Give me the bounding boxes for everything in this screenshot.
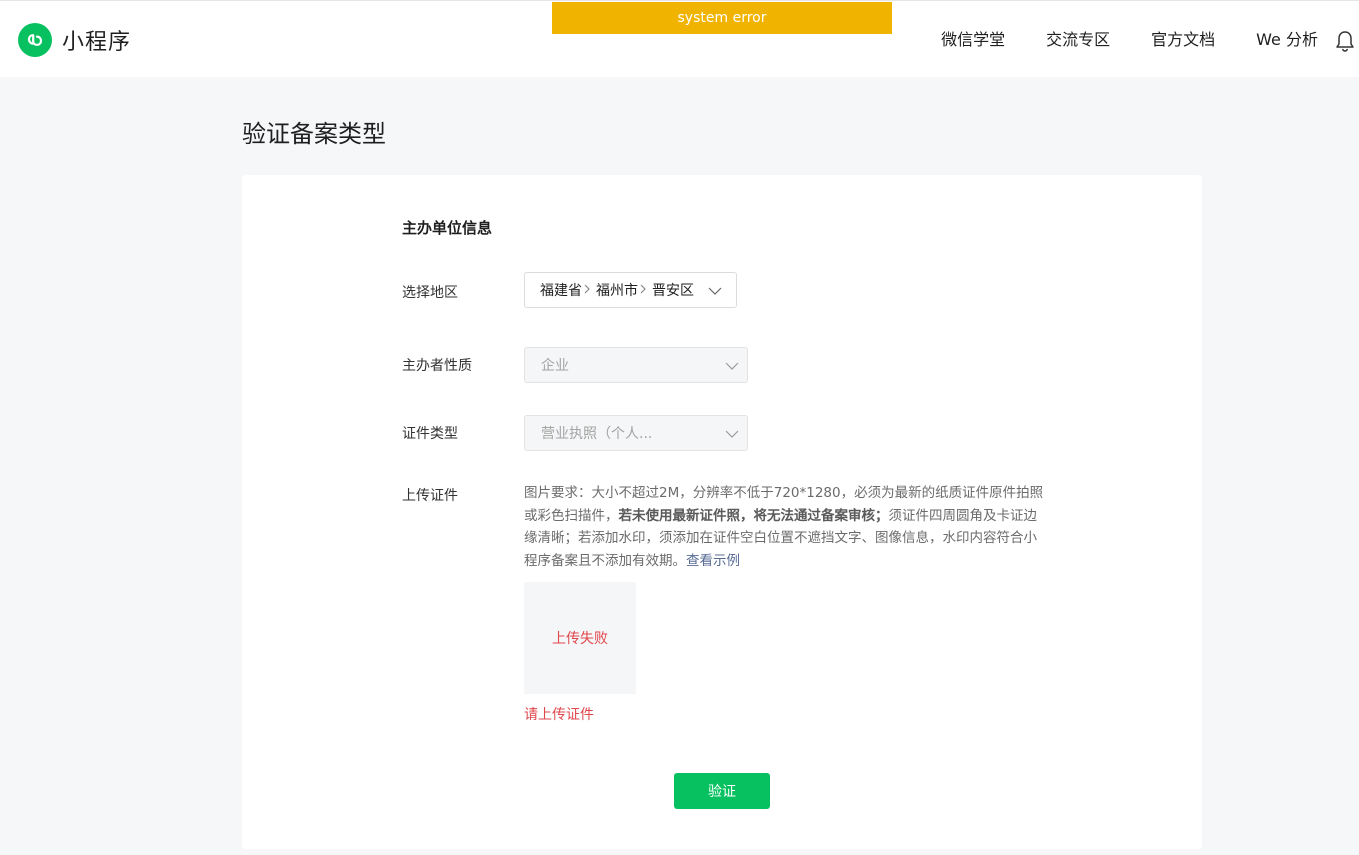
nav-official-docs[interactable]: 官方文档 [1151,27,1215,53]
sponsor-type-select[interactable]: 企业 [524,347,748,383]
top-navigation-bar: 小程序 system error 微信学堂 交流专区 官方文档 We 分析 [0,0,1359,77]
notification-bell-icon[interactable] [1334,29,1356,53]
upload-error-hint: 请上传证件 [524,707,594,723]
page-title: 验证备案类型 [242,120,386,148]
region-label: 选择地区 [402,285,458,301]
region-district: 晋安区 [652,283,694,299]
header-nav: 微信学堂 交流专区 官方文档 We 分析 [941,27,1359,53]
nav-wechat-academy[interactable]: 微信学堂 [941,27,1005,53]
form-card: 主办单位信息 选择地区 福建省 福州市 晋安区 主办者性质 企业 证件类型 营业… [242,175,1202,849]
certificate-type-select[interactable]: 营业执照（个人... [524,415,748,451]
brand-title: 小程序 [62,30,132,55]
chevron-down-icon [725,427,739,443]
nav-we-analytics[interactable]: We 分析 [1256,27,1318,53]
chevron-right-icon [584,283,590,297]
region-province: 福建省 [540,283,582,299]
upload-area[interactable]: 上传失败 [524,582,636,694]
certificate-type-value: 营业执照（个人... [541,426,653,442]
upload-requirements: 图片要求：大小不超过2M，分辨率不低于720*1280，必须为最新的纸质证件原件… [524,482,1048,572]
section-title: 主办单位信息 [402,219,493,237]
certificate-type-label: 证件类型 [402,426,458,442]
chevron-down-icon [725,359,739,375]
upload-label: 上传证件 [402,488,458,504]
mini-program-logo-icon [18,23,52,57]
requirements-warning: 若未使用最新证件照，将无法通过备案审核； [618,507,889,524]
region-city: 福州市 [596,283,638,299]
upload-status: 上传失败 [552,631,608,647]
chevron-down-icon [708,284,722,300]
verify-button[interactable]: 验证 [674,773,770,809]
view-example-link[interactable]: 查看示例 [686,553,740,569]
chevron-right-icon [640,283,646,297]
sponsor-type-value: 企业 [541,358,569,374]
nav-community[interactable]: 交流专区 [1046,27,1110,53]
sponsor-type-label: 主办者性质 [402,358,472,374]
system-error-banner: system error [552,2,892,34]
region-cascader[interactable]: 福建省 福州市 晋安区 [524,272,737,308]
brand[interactable]: 小程序 [18,23,131,57]
